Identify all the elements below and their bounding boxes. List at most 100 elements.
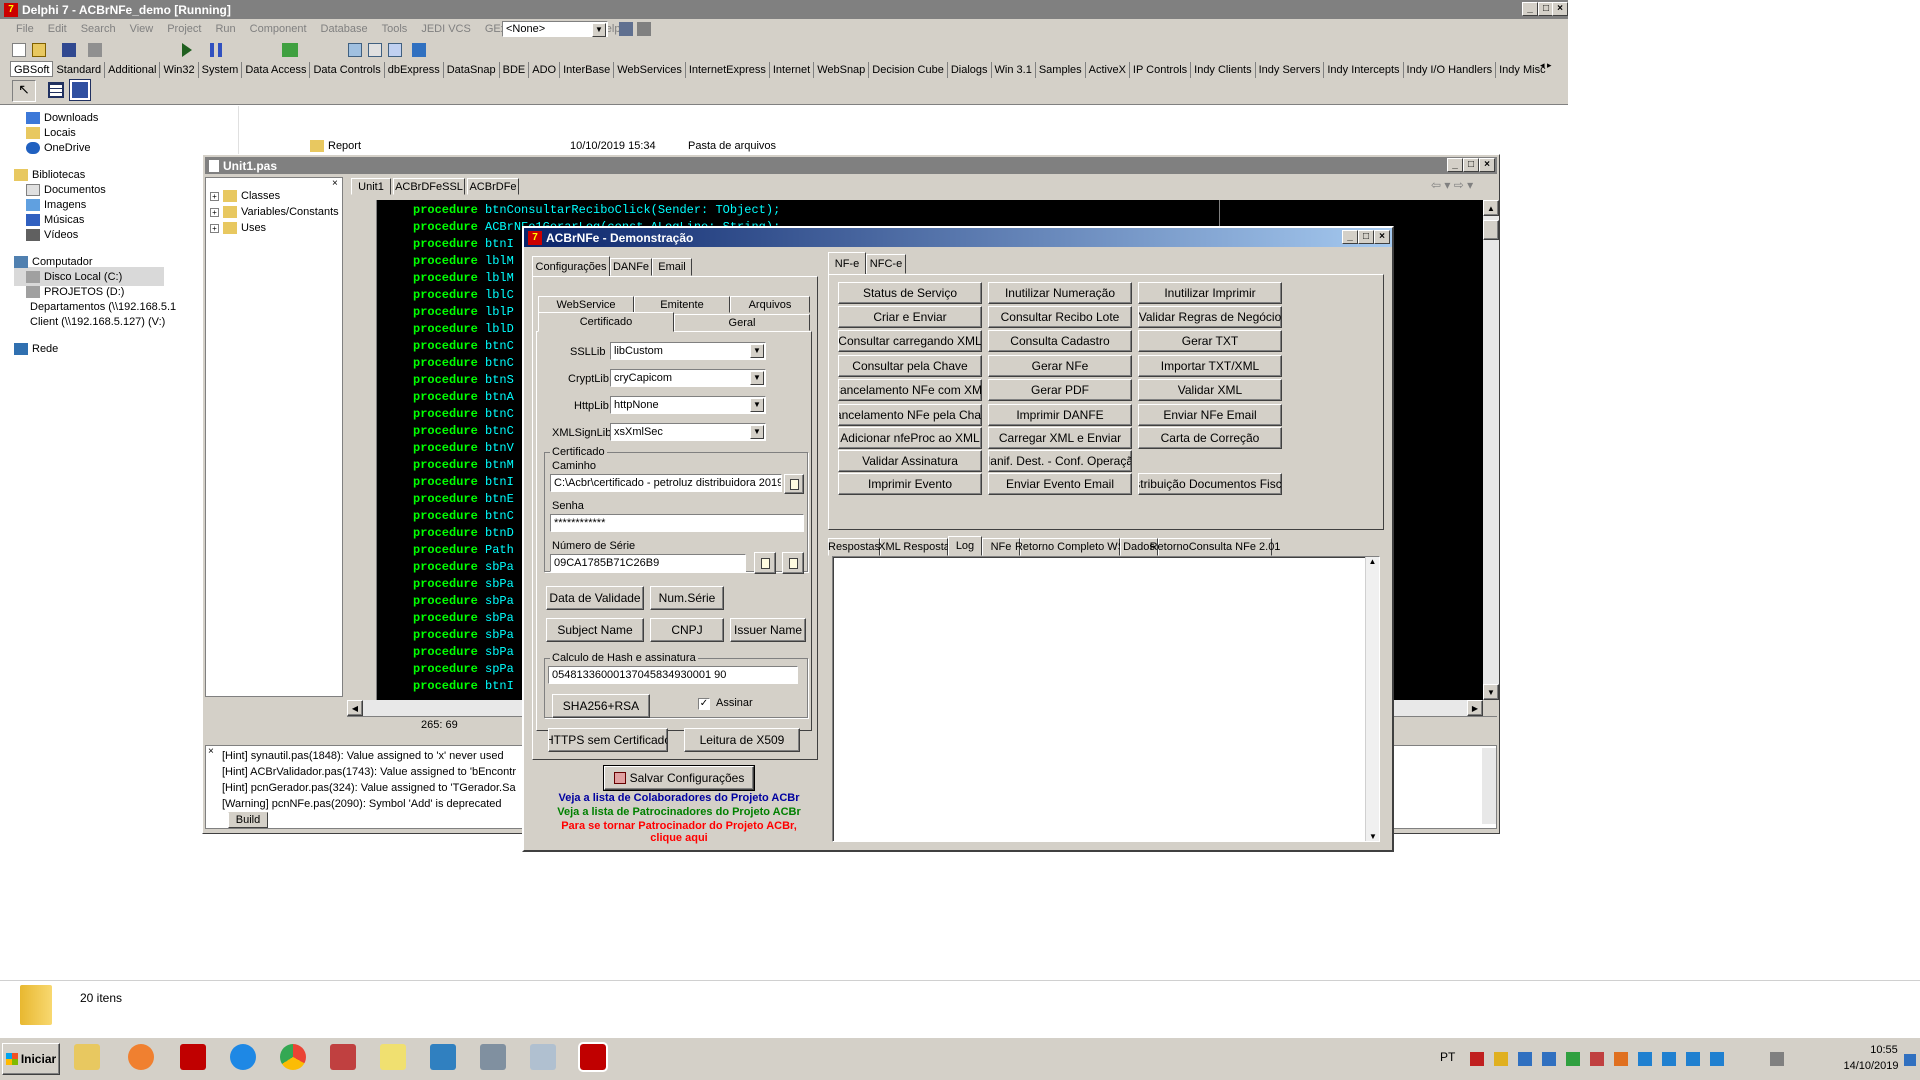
assinar-checkbox[interactable]: ✓ — [698, 698, 710, 710]
maximize-button[interactable]: □ — [1358, 230, 1374, 244]
result-tab[interactable]: Log — [948, 536, 982, 556]
log-memo[interactable]: ▲ ▼ — [832, 556, 1380, 842]
nfe-action-button[interactable]: Imprimir Evento — [838, 473, 982, 495]
notes-icon[interactable] — [380, 1044, 406, 1070]
palette-tab[interactable]: Data Access — [242, 62, 311, 78]
nfe-action-button[interactable]: Distribuição Documentos Fiscais — [1138, 473, 1282, 495]
menu-item[interactable]: View — [130, 23, 154, 35]
palette-tab[interactable]: GBSoft — [10, 61, 54, 77]
chevron-down-icon[interactable]: ▼ — [750, 425, 764, 439]
nfe-action-button[interactable]: Enviar NFe Email — [1138, 404, 1282, 426]
tornar-link-2[interactable]: clique aqui — [534, 832, 824, 844]
media-player-icon[interactable] — [128, 1044, 154, 1070]
palette-tab[interactable]: ADO — [529, 62, 561, 78]
menu-item[interactable]: Edit — [48, 23, 67, 35]
dbgrid-component-icon[interactable] — [69, 79, 91, 101]
tray-icon[interactable] — [1518, 1052, 1532, 1066]
delphi-running-icon[interactable] — [578, 1042, 608, 1072]
senha-input[interactable]: ************ — [550, 514, 804, 532]
xmlsignlib-select[interactable]: xsXmlSec ▼ — [610, 423, 766, 441]
tray-icon[interactable] — [1662, 1052, 1676, 1066]
message-line[interactable]: [Warning] pcnNFe.pas(2090): Symbol 'Add'… — [222, 796, 522, 812]
language-indicator[interactable]: PT — [1440, 1050, 1455, 1064]
nfe-action-button[interactable]: Gerar NFe — [988, 355, 1132, 377]
volume-icon[interactable] — [1770, 1052, 1784, 1066]
nfe-action-button[interactable]: Cancelamento NFe pela Chave — [838, 404, 982, 426]
palette-tab[interactable]: Indy I/O Handlers — [1404, 62, 1497, 78]
print-icon[interactable] — [88, 43, 102, 57]
tree-variables[interactable]: + Variables/Constants — [210, 204, 339, 220]
debug-desktop-icon[interactable] — [637, 22, 651, 36]
file-row[interactable]: Report 10/10/2019 15:34 Pasta de arquivo… — [310, 140, 810, 154]
message-line[interactable]: [Hint] synautil.pas(1848): Value assigne… — [222, 748, 522, 764]
chevron-down-icon[interactable]: ▼ — [750, 398, 764, 412]
tab-emitente[interactable]: Emitente — [634, 296, 730, 313]
hash-input[interactable]: 05481336000137045834930001 90 — [548, 666, 798, 684]
select-cert-button[interactable] — [754, 552, 776, 574]
ssllib-select[interactable]: libCustom ▼ — [610, 342, 766, 360]
palette-scroll[interactable]: ◂ ▸ — [1540, 60, 1564, 74]
save-desktop-icon[interactable] — [619, 22, 633, 36]
menu-item[interactable]: Database — [321, 23, 368, 35]
select-cert-list-button[interactable] — [782, 552, 804, 574]
tab-arquivos[interactable]: Arquivos — [730, 296, 810, 313]
grid-component-icon[interactable] — [48, 82, 64, 98]
sha256-rsa-button[interactable]: SHA256+RSA — [552, 694, 650, 718]
result-tab[interactable]: Respostas — [828, 538, 880, 556]
nav-client[interactable]: Client (\\192.168.5.127) (V:) — [14, 312, 165, 331]
minimize-button[interactable]: _ — [1342, 230, 1358, 244]
nfe-action-button[interactable]: Manif. Dest. - Conf. Operação — [988, 450, 1132, 472]
salvar-config-button[interactable]: Salvar Configurações — [603, 765, 755, 791]
tab-unit1[interactable]: Unit1 — [351, 178, 391, 195]
component-icon[interactable] — [282, 43, 298, 57]
tray-icon[interactable] — [1710, 1052, 1724, 1066]
tray-icon[interactable] — [1566, 1052, 1580, 1066]
chevron-down-icon[interactable]: ▼ — [750, 371, 764, 385]
https-sem-cert-button[interactable]: HTTPS sem Certificado — [548, 728, 668, 752]
nfe-action-button[interactable]: Carta de Correção — [1138, 427, 1282, 449]
editor-vscroll[interactable]: ▲ ▼ — [1483, 200, 1499, 700]
nfe-action-button[interactable]: Consultar Recibo Lote — [988, 306, 1132, 328]
nfe-action-button[interactable]: Importar TXT/XML — [1138, 355, 1282, 377]
nfe-action-button[interactable]: Consultar carregando XML — [838, 330, 982, 352]
nav-videos[interactable]: Vídeos — [14, 225, 164, 244]
caminho-input[interactable]: C:\Acbr\certificado - petroluz distribui… — [550, 474, 782, 492]
tray-icon[interactable] — [1470, 1052, 1484, 1066]
expand-icon[interactable]: + — [210, 223, 219, 233]
close-button[interactable]: × — [1374, 230, 1390, 244]
save-icon[interactable] — [62, 43, 76, 57]
demo-title-bar[interactable]: 7 ACBrNFe - Demonstração _ □ × — [524, 228, 1392, 247]
message-close-icon[interactable]: × — [208, 746, 214, 757]
tray-icon[interactable] — [1638, 1052, 1652, 1066]
result-tab[interactable]: Retorno Completo WS — [1015, 538, 1125, 556]
chevron-down-icon[interactable]: ▼ — [592, 23, 606, 37]
palette-tab[interactable]: Indy Misc — [1496, 62, 1546, 78]
nfe-action-button[interactable]: Enviar Evento Email — [988, 473, 1132, 495]
start-button[interactable]: Iniciar — [2, 1043, 60, 1075]
num-serie-button[interactable]: Num.Série — [650, 586, 724, 610]
browse-file-button[interactable] — [784, 474, 804, 494]
palette-tab[interactable]: ActiveX — [1086, 62, 1130, 78]
minimize-button[interactable]: _ — [1522, 2, 1538, 16]
new-icon[interactable] — [12, 43, 26, 57]
palette-tab[interactable]: IP Controls — [1130, 62, 1192, 78]
expand-icon[interactable]: + — [210, 207, 219, 217]
tab-email[interactable]: Email — [652, 258, 692, 276]
menu-item[interactable]: File — [16, 23, 34, 35]
menu-item[interactable]: Component — [250, 23, 307, 35]
chevron-down-icon[interactable]: ▼ — [750, 344, 764, 358]
nfe-action-button[interactable]: Carregar XML e Enviar — [988, 427, 1132, 449]
nav-onedrive[interactable]: OneDrive — [14, 138, 164, 157]
palette-tab[interactable]: Win 3.1 — [992, 62, 1036, 78]
issuer-name-button[interactable]: Issuer Name — [730, 618, 806, 642]
palette-tab[interactable]: InternetExpress — [686, 62, 770, 78]
menu-item[interactable]: Search — [81, 23, 116, 35]
tab-acbrdfessl[interactable]: ACBrDFeSSL — [393, 178, 465, 195]
tab-configuracoes[interactable]: Configurações — [532, 256, 610, 276]
scroll-up-icon[interactable]: ▲ — [1366, 557, 1379, 566]
tab-certificado[interactable]: Certificado — [538, 312, 674, 332]
palette-tab[interactable]: System — [199, 62, 243, 78]
nfe-action-button[interactable]: Status de Serviço — [838, 282, 982, 304]
palette-tab[interactable]: WebServices — [614, 62, 686, 78]
serie-input[interactable]: 09CA1785B71C26B9 — [550, 554, 746, 572]
